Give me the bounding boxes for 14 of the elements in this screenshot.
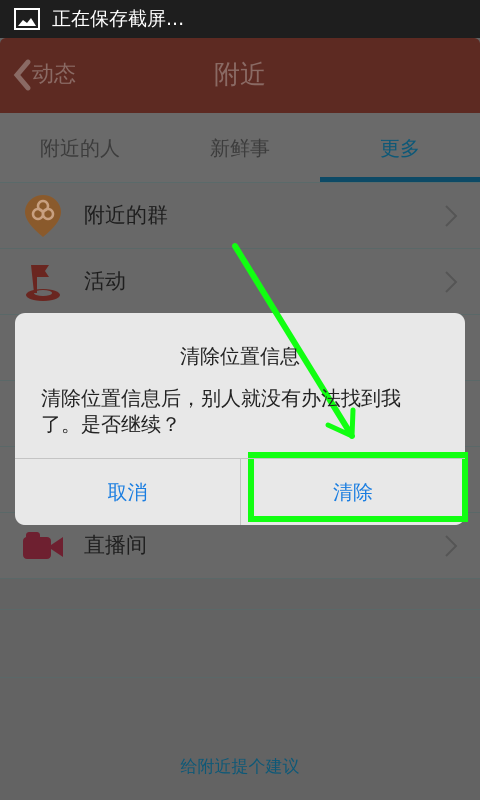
page-title: 附近	[214, 59, 266, 92]
dialog-button[interactable]: 清除	[240, 459, 465, 525]
video-camera-icon	[22, 530, 64, 560]
back-button[interactable]: 动态	[12, 58, 76, 91]
chevron-left-icon	[12, 58, 32, 90]
notification-text: 正在保存截屏...	[52, 6, 184, 32]
list-item[interactable]: 附近的群	[0, 183, 480, 249]
image-icon	[14, 8, 40, 30]
list-item[interactable]: 活动	[0, 249, 480, 315]
dialog-title: 清除位置信息	[179, 343, 301, 370]
item-label: 活动	[84, 268, 127, 295]
map-pin-icon	[23, 192, 63, 238]
item-label: 直播间	[84, 532, 148, 559]
item-label: 附近的群	[84, 202, 169, 229]
